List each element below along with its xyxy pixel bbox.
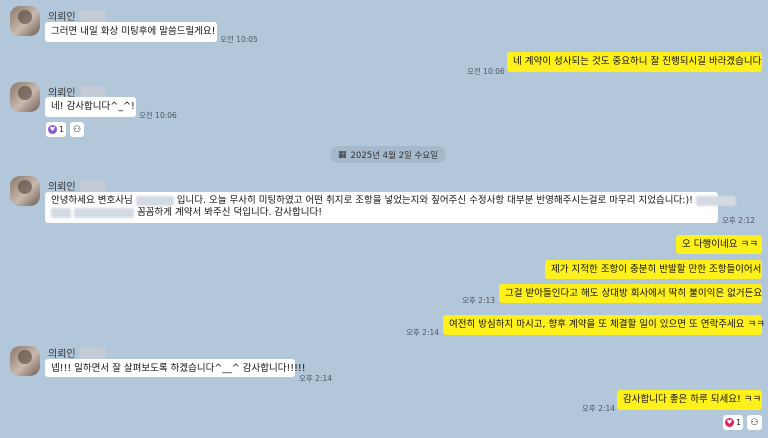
avatar[interactable] <box>10 6 40 36</box>
reaction-count: 1 <box>58 125 65 134</box>
sender-name: 의뢰인 <box>48 345 106 360</box>
message-bubble-incoming[interactable]: 안녕하세요 변호사님 입니다. 오늘 무사히 미팅하였고 어떤 취지로 조항을 … <box>45 192 736 223</box>
message-text: 넵!!! 일하면서 잘 살펴보도록 하겠습니다^__^ 감사합니다!!!!! <box>51 363 306 374</box>
message-bubble-incoming[interactable]: 넵!!! 일하면서 잘 살펴보도록 하겠습니다^__^ 감사합니다!!!!! <box>45 359 306 377</box>
person-icon: ⚇ <box>750 417 759 428</box>
message-time: 오전 10:06 <box>467 67 505 76</box>
message-line: 꼼꼼하게 계약서 봐주신 덕입니다. 감사합니다! <box>51 207 712 219</box>
date-divider: ▦ 2025년 4월 2일 수요일 <box>330 146 446 163</box>
sender-name: 의뢰인 <box>48 8 106 23</box>
message-line: 안녕하세요 변호사님 입니다. 오늘 무사히 미팅하였고 어떤 취지로 조항을 … <box>51 195 736 207</box>
redacted-name <box>79 85 106 98</box>
message-text: 꼼꼼하게 계약서 봐주신 덕입니다. 감사합니다! <box>137 207 323 218</box>
message-text: 네 계약이 성사되는 것도 중요하니 잘 진행되시길 바라겠습니다 <box>513 56 762 67</box>
avatar[interactable] <box>10 176 40 206</box>
heart-icon: ♥ <box>724 418 734 427</box>
message-text: 감사합니다 좋은 하루 되세요! ㅋㅋ <box>623 394 762 405</box>
message-text: 그걸 받아들인다고 해도 상대방 회사에서 딱히 불이익은 없거든요 <box>505 288 763 299</box>
message-text: 안녕하세요 변호사님 <box>51 195 133 206</box>
message-bubble-outgoing[interactable]: 오 다행이네요 ㅋㅋ <box>676 235 762 254</box>
add-reaction-button[interactable]: ⚇ <box>70 122 84 137</box>
message-bubble-outgoing[interactable]: 제가 지적한 조항이 충분히 반발할 만한 조항들이어서 <box>545 260 762 279</box>
person-icon: ⚇ <box>72 124 82 135</box>
avatar[interactable] <box>10 346 40 376</box>
message-bubble-incoming[interactable]: 네! 감사합니다^_^! <box>45 97 136 117</box>
redacted-text <box>74 207 135 218</box>
message-time: 오후 2:14 <box>406 328 440 337</box>
sender-name-text: 의뢰인 <box>48 182 76 193</box>
message-bubble-outgoing[interactable]: 감사합니다 좋은 하루 되세요! ㅋㅋ <box>617 390 762 410</box>
redacted-text <box>135 195 174 206</box>
sender-name: 의뢰인 <box>48 178 106 193</box>
message-time: 오후 2:14 <box>299 374 333 383</box>
date-divider-text: 2025년 4월 2일 수요일 <box>350 150 438 161</box>
reaction-badge[interactable]: ♥ 1 <box>723 415 743 430</box>
message-text: 네! 감사합니다^_^! <box>51 101 135 112</box>
message-time: 오전 10:05 <box>220 35 258 44</box>
reaction-count: 1 <box>735 418 742 427</box>
avatar[interactable] <box>10 82 40 112</box>
message-text: 입니다. 오늘 무사히 미팅하였고 어떤 취지로 조항을 넣었는지와 짚어주신 … <box>176 195 693 206</box>
sender-name-text: 의뢰인 <box>48 12 76 23</box>
redacted-text <box>696 195 736 206</box>
calendar-icon: ▦ <box>338 149 347 160</box>
message-time: 오후 2:14 <box>582 404 616 413</box>
message-bubble-outgoing[interactable]: 그걸 받아들인다고 해도 상대방 회사에서 딱히 불이익은 없거든요 <box>499 284 762 303</box>
message-text: 제가 지적한 조항이 충분히 반발할 만한 조항들이어서 <box>551 264 762 275</box>
chat-room: 의뢰인 그러면 내일 화상 미팅후에 말씀드릴게요! 오전 10:05 오전 1… <box>0 0 768 438</box>
redacted-name <box>79 9 106 22</box>
redacted-text <box>51 207 71 218</box>
reaction-icon: ♥ <box>47 125 57 134</box>
redacted-name <box>79 179 106 192</box>
message-text: 오 다행이네요 ㅋㅋ <box>682 239 758 250</box>
message-time: 오후 2:12 <box>722 216 756 225</box>
message-text: 여전히 방심하지 마시고, 향후 계약을 또 체결할 일이 있으면 또 연락주세… <box>449 319 765 330</box>
sender-name-text: 의뢰인 <box>48 349 76 360</box>
message-bubble-outgoing[interactable]: 네 계약이 성사되는 것도 중요하니 잘 진행되시길 바라겠습니다 <box>507 52 762 72</box>
message-time: 오전 10:06 <box>139 111 177 120</box>
reaction-badge[interactable]: ♥ 1 <box>46 122 66 137</box>
add-reaction-button[interactable]: ⚇ <box>747 415 762 430</box>
message-bubble-outgoing[interactable]: 여전히 방심하지 마시고, 향후 계약을 또 체결할 일이 있으면 또 연락주세… <box>443 315 765 335</box>
message-text: 그러면 내일 화상 미팅후에 말씀드릴게요! <box>51 26 216 37</box>
message-time: 오후 2:13 <box>462 296 496 305</box>
message-bubble-incoming[interactable]: 그러면 내일 화상 미팅후에 말씀드릴게요! <box>45 22 217 42</box>
redacted-name <box>79 346 106 359</box>
